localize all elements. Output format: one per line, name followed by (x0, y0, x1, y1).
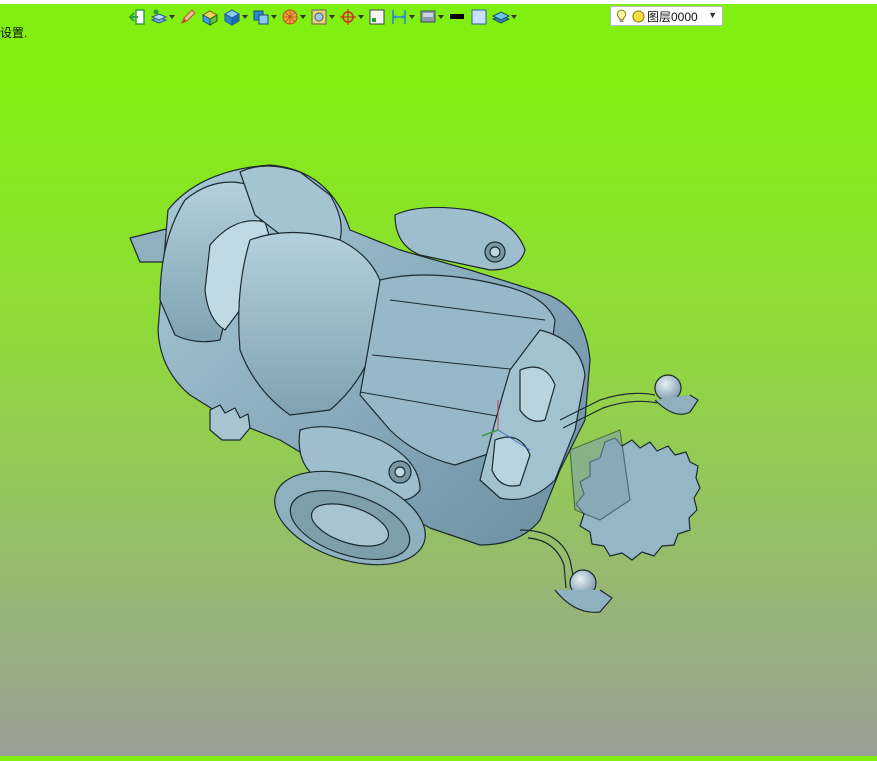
chevron-down-icon[interactable] (169, 14, 175, 20)
shaded-sphere-icon (281, 8, 299, 26)
snap-point-button[interactable] (339, 6, 364, 28)
fill-color-icon (470, 8, 488, 26)
chevron-down-icon[interactable] (358, 14, 364, 20)
chevron-down-icon[interactable] (242, 14, 248, 20)
texture-icon (310, 8, 328, 26)
exit-sketch-icon (128, 8, 146, 26)
line-color-icon (448, 8, 466, 26)
solid-box-icon (223, 8, 241, 26)
layer-select[interactable]: 图层0000 ▼ (610, 6, 723, 26)
pen-button[interactable] (179, 6, 197, 28)
display-icon (419, 8, 437, 26)
main-toolbar (128, 5, 521, 29)
layer-color-icon[interactable] (631, 8, 645, 24)
chevron-down-icon[interactable] (409, 14, 415, 20)
exit-sketch-button[interactable] (128, 6, 146, 28)
solid-box-button[interactable] (223, 6, 248, 28)
display-button[interactable] (419, 6, 444, 28)
layer-style-icon (150, 8, 168, 26)
snap-point-icon (339, 8, 357, 26)
texture-button[interactable] (310, 6, 335, 28)
lightbulb-icon[interactable] (614, 8, 628, 24)
chevron-down-icon[interactable]: ▼ (708, 10, 717, 20)
pen-icon (179, 8, 197, 26)
line-color-button[interactable] (448, 6, 466, 28)
chevron-down-icon[interactable] (329, 14, 335, 20)
render-mode-button[interactable] (252, 6, 277, 28)
layer-style-button[interactable] (150, 6, 175, 28)
3d-viewport[interactable] (0, 40, 877, 756)
chevron-down-icon[interactable] (511, 14, 517, 20)
chevron-down-icon[interactable] (300, 14, 306, 20)
shaded-sphere-button[interactable] (281, 6, 306, 28)
fill-color-button[interactable] (470, 6, 488, 28)
frame-button[interactable] (368, 6, 386, 28)
frame-icon (368, 8, 386, 26)
window-top-edge (0, 0, 877, 4)
chevron-down-icon[interactable] (271, 14, 277, 20)
layers-button[interactable] (492, 6, 517, 28)
dimension-button[interactable] (390, 6, 415, 28)
layers-icon (492, 8, 510, 26)
render-mode-icon (252, 8, 270, 26)
paint-box-icon (201, 8, 219, 26)
chevron-down-icon[interactable] (438, 14, 444, 20)
status-text: 设置. (0, 26, 28, 40)
dimension-icon (390, 8, 408, 26)
paint-box-button[interactable] (201, 6, 219, 28)
layer-name: 图层0000 (647, 9, 698, 24)
wheelchair-3d-model[interactable] (0, 40, 877, 756)
